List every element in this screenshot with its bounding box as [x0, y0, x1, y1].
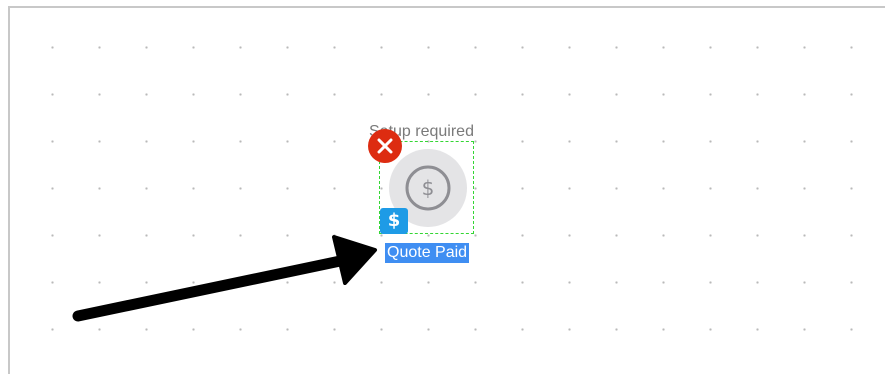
node-label-selected[interactable]: Quote Paid [385, 243, 470, 263]
close-icon [377, 138, 393, 154]
remove-node-button[interactable] [368, 129, 402, 163]
svg-text:$: $ [422, 176, 435, 200]
workflow-editor: Setup required $ $ Quote Paid [0, 0, 885, 374]
payment-type-badge: $ [380, 208, 408, 234]
